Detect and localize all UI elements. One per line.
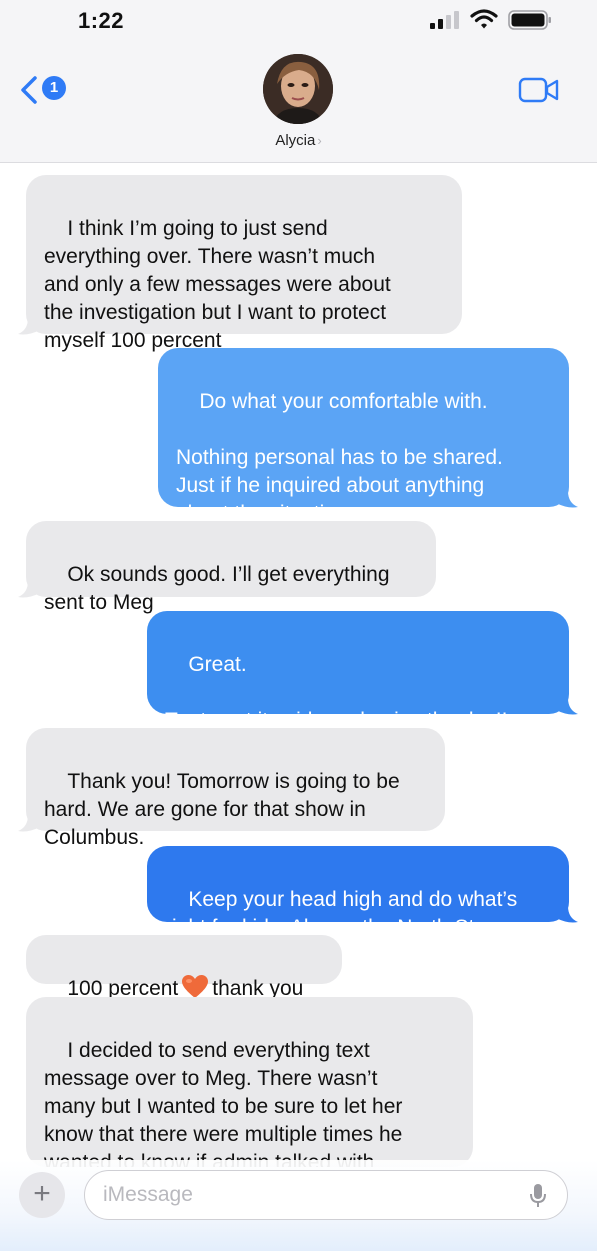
incoming-message[interactable]: 100 percent thank you — [26, 935, 342, 1000]
status-time: 1:22 — [78, 8, 125, 33]
outgoing-message[interactable]: Do what your comfortable with. Nothing p… — [158, 348, 569, 525]
battery-icon — [508, 10, 551, 30]
avatar-photo — [263, 54, 333, 124]
wifi-icon — [470, 9, 498, 29]
contact-name-button[interactable]: Alycia › — [0, 132, 597, 149]
outgoing-message[interactable]: Great. Try to set it aside and enjoy the… — [147, 611, 569, 732]
unread-count-badge: 1 — [42, 76, 66, 100]
cellular-signal-icon — [430, 11, 459, 29]
incoming-message[interactable]: Ok sounds good. I’ll get everything sent… — [26, 521, 436, 614]
bubble-tail — [18, 581, 40, 598]
message-text: I think I’m going to just send everythin… — [44, 217, 391, 352]
contact-name: Alycia — [275, 132, 316, 149]
message-text: Keep your head high and do what’s right … — [165, 888, 518, 939]
message-text: Thank you! Tomorrow is going to be hard.… — [44, 770, 400, 849]
incoming-message[interactable]: I think I’m going to just send everythin… — [26, 175, 462, 352]
incoming-message[interactable]: Thank you! Tomorrow is going to be hard.… — [26, 728, 445, 849]
contact-avatar[interactable] — [263, 54, 333, 124]
bubble-tail — [18, 815, 40, 832]
facetime-video-icon[interactable] — [518, 76, 560, 104]
microphone-icon[interactable] — [529, 1183, 547, 1209]
incoming-message[interactable]: I decided to send everything text messag… — [26, 997, 473, 1167]
message-field[interactable] — [84, 1170, 568, 1220]
message-input[interactable] — [103, 1181, 503, 1209]
message-text: Great. Try to set it aside and enjoy the… — [165, 653, 508, 732]
message-text: Ok sounds good. I’ll get everything sent… — [44, 563, 390, 614]
message-composer: + — [0, 1160, 597, 1251]
apps-plus-button[interactable]: + — [19, 1172, 65, 1218]
bubble-tail — [556, 491, 578, 508]
outgoing-message[interactable]: Keep your head high and do what’s right … — [147, 846, 569, 939]
bubble-tail — [556, 698, 578, 715]
conversation-header: 1:22 1 Alycia › — [0, 0, 597, 163]
chevron-left-icon — [21, 76, 37, 104]
back-button[interactable]: 1 — [20, 74, 70, 106]
message-text: Do what your comfortable with. Nothing p… — [176, 390, 503, 525]
bubble-tail — [18, 318, 40, 335]
heart-emoji-icon — [182, 975, 209, 998]
bubble-tail — [556, 906, 578, 923]
chevron-right-icon: › — [317, 133, 322, 148]
message-text: I decided to send everything text messag… — [44, 1039, 403, 1167]
